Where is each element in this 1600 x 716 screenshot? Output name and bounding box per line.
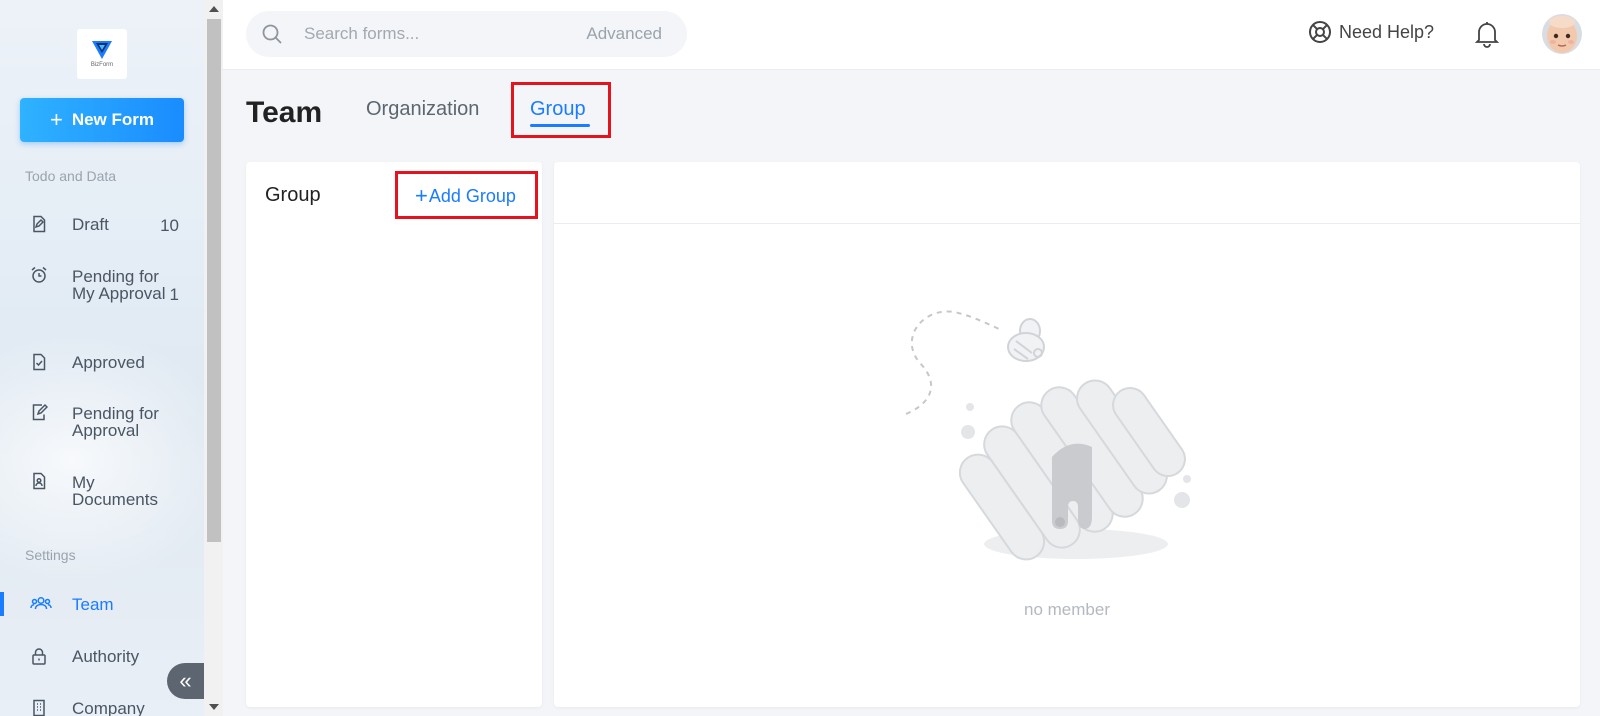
scroll-down-arrow-icon[interactable] — [209, 704, 219, 710]
highlight-box-add-group — [395, 171, 538, 219]
sidebar-item-label: Pending for My Approval — [72, 267, 166, 303]
empty-state-text: no member — [1024, 600, 1110, 619]
search-icon — [262, 24, 282, 44]
lifebuoy-icon — [1309, 21, 1331, 43]
building-icon — [33, 699, 45, 716]
bizform-logo-icon — [92, 41, 112, 59]
section-label-settings: Settings — [25, 547, 76, 563]
scroll-up-arrow-icon[interactable] — [209, 6, 219, 12]
highlight-box-group-tab — [511, 82, 611, 138]
page-title: Team — [246, 96, 323, 129]
bee-icon — [1007, 318, 1045, 362]
search-input[interactable] — [304, 19, 564, 49]
sidebar-item-count: 10 — [160, 216, 179, 235]
sidebar-item-approved[interactable]: Approved — [0, 351, 204, 377]
section-label-todo: Todo and Data — [25, 168, 117, 184]
alarm-clock-icon — [31, 266, 47, 283]
user-avatar[interactable] — [1542, 14, 1582, 54]
sidebar-item-label: Authority — [72, 647, 140, 666]
sidebar-item-label: Company — [72, 699, 145, 716]
draft-icon — [33, 215, 46, 233]
team-icon — [30, 596, 52, 610]
group-panel: Group — [246, 162, 542, 707]
advanced-search-link[interactable]: Advanced — [586, 24, 662, 44]
sidebar-item-label: My Documents — [72, 473, 158, 509]
sidebar-item-label: Draft — [72, 215, 109, 234]
need-help-button[interactable]: Need Help? — [1308, 20, 1434, 44]
edit-doc-icon — [32, 403, 48, 421]
sidebar-item-my-documents[interactable]: My Documents — [0, 472, 204, 512]
approved-doc-icon — [33, 353, 46, 371]
plus-icon: + — [49, 107, 63, 132]
sidebar-item-company[interactable]: Company — [0, 699, 204, 716]
sidebar-item-pending-my-approval[interactable]: Pending for My Approval 1 — [0, 266, 204, 318]
empty-beehive-illustration — [905, 310, 1191, 561]
logo-text: BizForm — [90, 62, 114, 68]
sidebar: BizForm + New Form Todo and Data Draft 1… — [0, 0, 204, 716]
panel-divider — [554, 223, 1580, 224]
user-doc-icon — [33, 472, 46, 490]
top-header: Advanced Need Help? — [223, 0, 1600, 70]
sidebar-item-pending-approval[interactable]: Pending for Approval — [0, 403, 204, 443]
sidebar-item-draft[interactable]: Draft 10 — [0, 215, 204, 241]
search-bar[interactable]: Advanced — [246, 11, 687, 57]
sidebar-item-label: Pending for Approval — [72, 404, 159, 440]
new-form-label: New Form — [71, 110, 155, 129]
sidebar-item-label: Team — [72, 595, 114, 614]
group-panel-title: Group — [265, 184, 321, 206]
bell-icon[interactable] — [1474, 20, 1500, 48]
sidebar-item-team[interactable]: Team — [0, 595, 204, 619]
new-form-button[interactable]: + New Form — [20, 98, 184, 142]
collapse-sidebar-button[interactable]: « — [167, 663, 204, 699]
sidebar-scrollbar[interactable] — [204, 0, 223, 716]
sidebar-item-count: 1 — [169, 285, 179, 304]
avatar-image — [1542, 14, 1582, 54]
double-chevron-left-icon: « — [179, 668, 192, 693]
sidebar-item-label: Approved — [72, 353, 145, 372]
lock-icon — [32, 648, 46, 665]
scroll-thumb[interactable] — [207, 19, 221, 542]
tab-organization[interactable]: Organization — [366, 98, 479, 121]
need-help-label: Need Help? — [1339, 21, 1435, 42]
members-panel: no member — [554, 162, 1580, 707]
app-logo[interactable]: BizForm — [77, 29, 127, 79]
